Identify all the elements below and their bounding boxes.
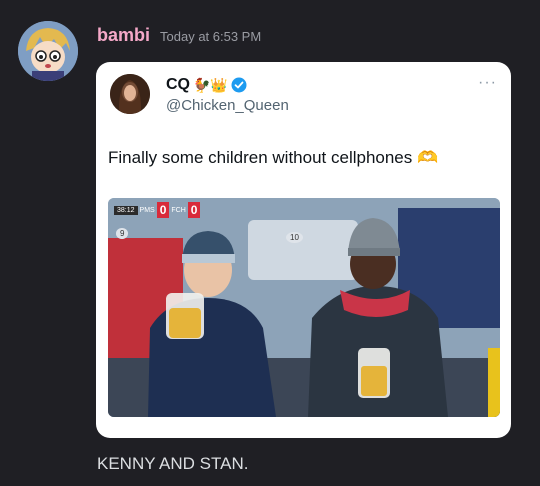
message-body: KENNY AND STAN. [97, 454, 249, 473]
tweet-name-text: CQ [166, 76, 190, 93]
team-home-label: PMS [139, 206, 155, 214]
tweet-text-body: Finally some children without cellphones [108, 148, 413, 167]
anime-avatar-image [18, 21, 78, 81]
more-options-icon[interactable]: ··· [478, 74, 497, 92]
embedded-tweet-card[interactable]: CQ 🐓👑 @Chicken_Queen ··· Finally some ch… [96, 62, 511, 438]
tweet-author-avatar[interactable] [110, 74, 150, 114]
tweet-name-emojis: 🐓👑 [193, 76, 228, 93]
score-home: 0 [156, 202, 170, 218]
seat-number-right: 10 [286, 232, 303, 243]
tweet-photo[interactable]: 38:12 PMS 0 FCH 0 9 10 [108, 198, 500, 417]
tweet-avatar-image [110, 74, 150, 114]
verified-check-icon [231, 77, 247, 93]
tweet-handle[interactable]: @Chicken_Queen [166, 97, 289, 114]
author-avatar[interactable] [18, 21, 78, 81]
tweet-text: Finally some children without cellphones… [108, 148, 438, 168]
match-clock: 38:12 [114, 205, 138, 215]
author-name[interactable]: bambi [97, 25, 150, 46]
scoreboard-teams-away: FCH [171, 207, 185, 214]
score-away: 0 [187, 202, 201, 218]
tweet-display-name[interactable]: CQ 🐓👑 [166, 76, 247, 94]
scoreboard-teams: PMS [140, 207, 155, 214]
team-away-label: FCH [171, 206, 186, 214]
heart-hands-emoji: 🫶 [417, 148, 439, 167]
scoreboard-overlay: 38:12 PMS 0 FCH 0 [114, 202, 201, 218]
stadium-photo-illustration [108, 198, 500, 417]
message-timestamp: Today at 6:53 PM [160, 29, 262, 44]
